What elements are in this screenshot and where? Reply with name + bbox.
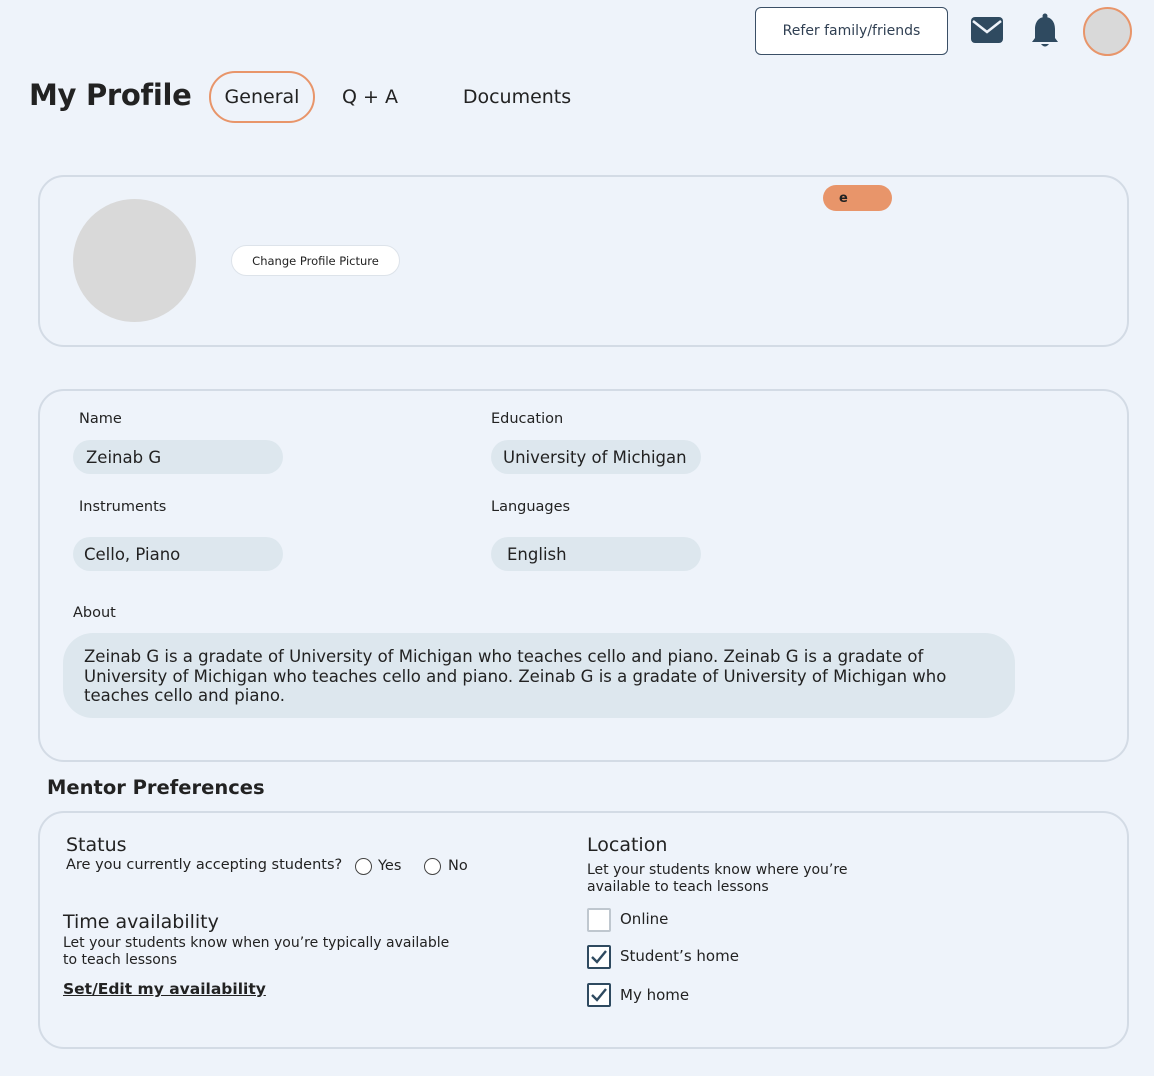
edit-badge[interactable]: e: [823, 185, 892, 211]
status-no-radio[interactable]: [424, 858, 441, 875]
time-availability-desc-line1: Let your students know when you’re typic…: [63, 935, 450, 951]
location-title: Location: [587, 834, 668, 856]
set-availability-link[interactable]: Set/Edit my availability: [63, 980, 266, 998]
status-no-label: No: [448, 858, 468, 874]
mail-icon[interactable]: [970, 16, 1004, 44]
languages-label: Languages: [491, 499, 571, 515]
location-desc-line1: Let your students know where you’re: [587, 862, 848, 878]
tab-qa[interactable]: Q + A: [330, 71, 410, 123]
bell-icon[interactable]: [1030, 13, 1060, 49]
location-desc-line2: available to teach lessons: [587, 879, 769, 895]
instruments-field[interactable]: Cello, Piano: [73, 537, 283, 571]
education-field[interactable]: University of Michigan: [491, 440, 701, 474]
name-field[interactable]: Zeinab G: [73, 440, 283, 474]
name-label: Name: [79, 411, 122, 427]
location-my-home-label: My home: [620, 986, 690, 1004]
page-title: My Profile: [29, 78, 192, 112]
mentor-preferences-heading: Mentor Preferences: [47, 776, 265, 799]
status-question: Are you currently accepting students?: [66, 857, 343, 873]
tab-general[interactable]: General: [209, 71, 315, 123]
profile-photo-card: [38, 175, 1129, 347]
tab-documents[interactable]: Documents: [447, 71, 587, 123]
time-availability-title: Time availability: [63, 911, 219, 933]
languages-field[interactable]: English: [491, 537, 701, 571]
status-yes-label: Yes: [378, 858, 402, 874]
time-availability-desc-line2: to teach lessons: [63, 952, 178, 968]
status-title: Status: [66, 834, 127, 856]
about-field[interactable]: Zeinab G is a gradate of University of M…: [63, 633, 1015, 718]
location-online-checkbox[interactable]: [587, 908, 611, 932]
status-yes-radio[interactable]: [355, 858, 372, 875]
about-label: About: [73, 605, 116, 621]
location-online-label: Online: [620, 910, 669, 928]
refer-friends-button[interactable]: Refer family/friends: [755, 7, 948, 55]
profile-picture: [73, 199, 196, 322]
location-students-home-checkbox[interactable]: [587, 945, 611, 969]
instruments-label: Instruments: [79, 499, 167, 515]
education-label: Education: [491, 411, 564, 427]
location-students-home-label: Student’s home: [620, 947, 739, 965]
location-my-home-checkbox[interactable]: [587, 983, 611, 1007]
change-profile-picture-button[interactable]: Change Profile Picture: [231, 245, 400, 276]
avatar[interactable]: [1083, 7, 1132, 56]
checkmark-icon: [591, 950, 607, 964]
checkmark-icon: [591, 988, 607, 1002]
